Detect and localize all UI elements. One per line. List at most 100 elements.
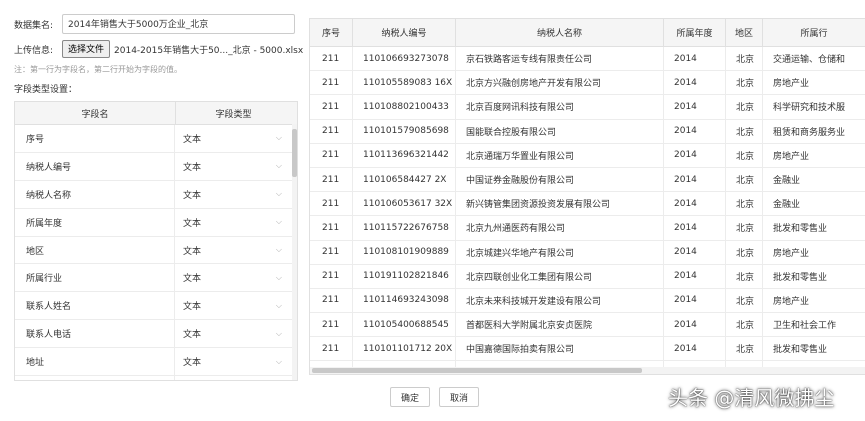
table-cell: 211 [310,288,353,313]
dataset-name-label: 数据集名: [14,20,54,31]
table-cell: 110114693243098 [353,288,456,313]
table-cell: 211 [310,216,353,240]
table-cell: 110106693273078 [353,47,456,71]
table-cell: 2014 [664,337,726,361]
table-cell: 211 [310,95,353,119]
table-cell: 房地产业 [763,71,865,94]
field-name-header: 字段名 [15,102,176,124]
field-type-select[interactable]: 文本 ⌵ [175,209,290,236]
field-type-select[interactable]: 文本⌵ [175,264,290,291]
table-cell: 北京未来科技城开发建设有限公司 [456,288,664,313]
chevron-down-icon: ⌵ [275,300,282,310]
field-type-value: 文本 [183,330,202,341]
table-cell: 北京城建兴华地产有限公司 [456,240,664,264]
chevron-down-icon: ⌵ [275,217,282,227]
table-cell: 110106053617 32X [353,192,456,216]
preview-column-header: 地区 [726,19,763,46]
field-row: 所属年度 文本 ⌵ [15,208,297,237]
table-cell: 北京百度网讯科技有限公司 [456,95,664,119]
field-type-table: 字段名 字段类型 序号 文本 ⌵ 纳税人编号 文本 ⌵ 纳税人名称 文本 ⌵ 所属年度 文本 ⌵ 地区文… [14,101,298,381]
uploaded-file-name: 2014-2015年销售大于50..._北京 - 5000.xlsx [114,45,304,56]
field-table-scroll-thumb[interactable] [292,129,297,177]
table-cell: 房地产业 [763,241,865,264]
table-cell: 110106584427 2X [353,167,456,192]
table-cell: 2014 [664,192,726,216]
table-cell: 211 [310,192,353,216]
upload-row: 上传信息: 选择文件 2014-2015年销售大于50..._北京 - 5000… [14,40,303,58]
table-cell: 北京 [726,192,763,216]
table-cell: 2014 [664,47,726,71]
field-type-select[interactable]: 文本⌵ [175,237,290,264]
choose-file-button[interactable]: 选择文件 [62,40,111,58]
field-type-settings-label: 字段类型设置： [14,85,78,95]
table-row: 211 110114693243098 北京未来科技城开发建设有限公司 2014 北京房… [310,288,865,314]
field-type-select[interactable]: 文本⌵ [175,181,290,208]
field-row: 地址 文本 ⌵ [15,348,297,377]
field-name-cell: 地址 [15,348,175,376]
table-cell: 中国证券金融股份有限公司 [456,167,664,192]
table-cell: 110108802100433 [353,95,456,119]
chevron-down-icon: ⌵ [275,328,282,338]
field-type-value: 文本 [183,218,202,229]
field-name-cell: 联系人邮箱 [15,376,175,380]
preview-scroll-thumb[interactable] [312,368,642,373]
table-cell: 2014 [664,71,726,95]
table-cell: 110101101712 20X [353,337,456,361]
table-cell: 房地产业 [763,289,865,312]
field-type-value: 文本 [183,134,202,145]
table-cell: 211 [310,337,353,361]
field-name-cell: 纳税人编号 [15,152,175,180]
field-type-header: 字段类型 [215,109,252,120]
table-cell: 京石铁路客运专线有限责任公司 [456,47,664,71]
table-cell: 110108101909889 [353,240,456,264]
import-form-panel: 数据集名: 2014年销售大于5000万企业_北京 上传信息: 选择文件 201… [0,0,305,421]
table-cell: 北京 [726,71,763,95]
preview-column-header: 所属年度 [664,19,726,46]
field-table-scrollbar[interactable] [292,124,297,380]
chevron-down-icon: ⌵ [275,272,282,282]
table-cell: 211 [310,264,353,288]
preview-horizontal-scrollbar[interactable] [310,367,865,374]
table-cell: 国能联合控股有限公司 [456,119,664,143]
table-row: 211 110106584427 2X 中国证券金融股份有限公司 2014 北京 金融业 [310,167,865,193]
field-row: 联系人姓名 文本 ⌵ [15,292,297,321]
cancel-button[interactable]: 取消 [439,387,480,407]
table-cell: 北京 [726,313,763,337]
confirm-button[interactable]: 确定 [390,387,431,407]
field-row: 纳税人编号 文本 ⌵ [15,152,297,181]
field-row: 联系人邮箱文本⌵ [15,376,297,380]
preview-table-body: 211 110106693273078 京石铁路客运专线有限责任公司 2014 北京 交通… [310,47,865,374]
field-type-select[interactable]: 文本⌵ [175,376,290,380]
table-row: 211 110101101712 20X 中国嘉德国际拍卖有限公司 2014 北京 批发和… [310,337,865,362]
table-cell: 批发和零售业 [763,337,865,360]
table-cell: 北京 [726,95,763,119]
table-cell: 211 [310,313,353,337]
table-cell: 首都医科大学附属北京安贞医院 [456,313,664,337]
dataset-name-row: 数据集名: 2014年销售大于5000万企业_北京 [14,14,295,34]
table-cell: 211 [310,119,353,143]
table-cell: 2014 [664,313,726,337]
chevron-down-icon: ⌵ [275,189,282,199]
table-cell: 211 [310,47,353,71]
field-type-select[interactable]: 文本⌵ [175,348,290,375]
field-row: 所属行业 文本 ⌵ [15,264,297,293]
field-type-select[interactable]: 文本⌵ [175,292,290,319]
field-type-value: 文本 [183,246,202,257]
dataset-name-input[interactable]: 2014年销售大于5000万企业_北京 [62,14,295,34]
table-row: 211 110113696321442 北京通瑞万华置业有限公司 2014 北京 房地产业 [310,143,865,168]
table-cell: 北京四联创业化工集团有限公司 [456,264,664,288]
field-table-header: 字段名 字段类型 [15,102,297,125]
field-type-select[interactable]: 文本⌵ [175,125,290,152]
table-cell: 2014 [664,167,726,192]
field-name-cell: 地区 [15,236,175,264]
table-row: 211 110191102821846 北京四联创业化工集团有限公司 2014 北京 批发… [310,264,865,289]
field-name-cell: 序号 [15,125,175,152]
field-type-select[interactable]: 文本⌵ [175,153,290,180]
table-cell: 北京方兴融创房地产开发有限公司 [456,71,664,95]
field-type-select[interactable]: 文本 ⌵ [175,320,290,347]
table-cell: 211 [310,240,353,264]
table-cell: 110101579085698 [353,119,456,143]
field-name-cell: 所属行业 [15,264,175,292]
field-row: 地区 文本 ⌵ [15,236,297,265]
chevron-down-icon: ⌵ [275,161,282,171]
